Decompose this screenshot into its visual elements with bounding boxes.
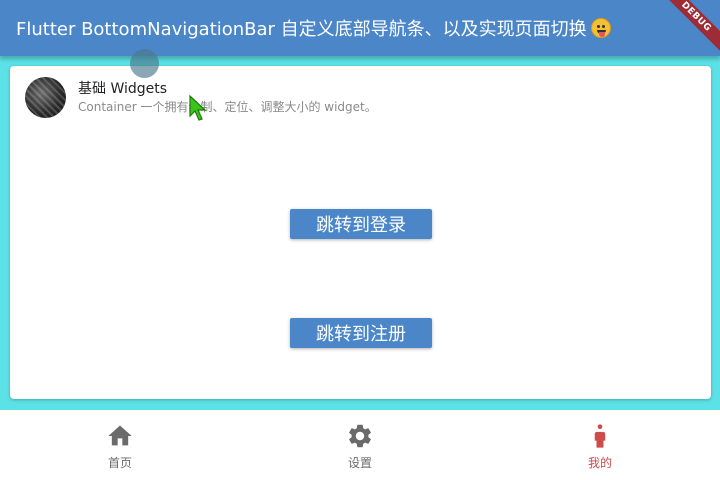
nav-label-home: 首页 (107, 456, 132, 470)
app-bar-title: Flutter BottomNavigationBar 自定义底部导航条、以及实… (16, 15, 611, 41)
nav-item-mine[interactable]: 我的 (480, 410, 720, 480)
face-with-tongue-icon (590, 18, 611, 38)
avatar (25, 77, 66, 118)
person-icon (594, 424, 606, 448)
nav-label-settings: 设置 (347, 456, 372, 470)
cursor-icon (189, 94, 207, 121)
touch-ripple-indicator (130, 49, 159, 78)
home-icon (108, 425, 132, 446)
register-button[interactable]: 跳转到注册 (290, 318, 432, 348)
nav-item-home[interactable]: 首页 (0, 410, 240, 480)
list-tile-title: 基础 Widgets (78, 81, 168, 97)
app-bar: Flutter BottomNavigationBar 自定义底部导航条、以及实… (0, 0, 720, 56)
app-bar-title-text: Flutter BottomNavigationBar 自定义底部导航条、以及实… (16, 19, 587, 40)
settings-icon (349, 424, 371, 448)
bottom-navigation-bar: 首页 设置 我的 (0, 410, 720, 480)
nav-label-mine: 我的 (587, 456, 612, 470)
list-tile-subtitle: Container 一个拥有绘制、定位、调整大小的 widget。 (78, 100, 377, 114)
list-tile-text: 基础 Widgets Container 一个拥有绘制、定位、调整大小的 wid… (78, 80, 377, 116)
nav-item-settings[interactable]: 设置 (240, 410, 480, 480)
login-button[interactable]: 跳转到登录 (290, 209, 432, 239)
content-card: 基础 Widgets Container 一个拥有绘制、定位、调整大小的 wid… (10, 66, 711, 399)
